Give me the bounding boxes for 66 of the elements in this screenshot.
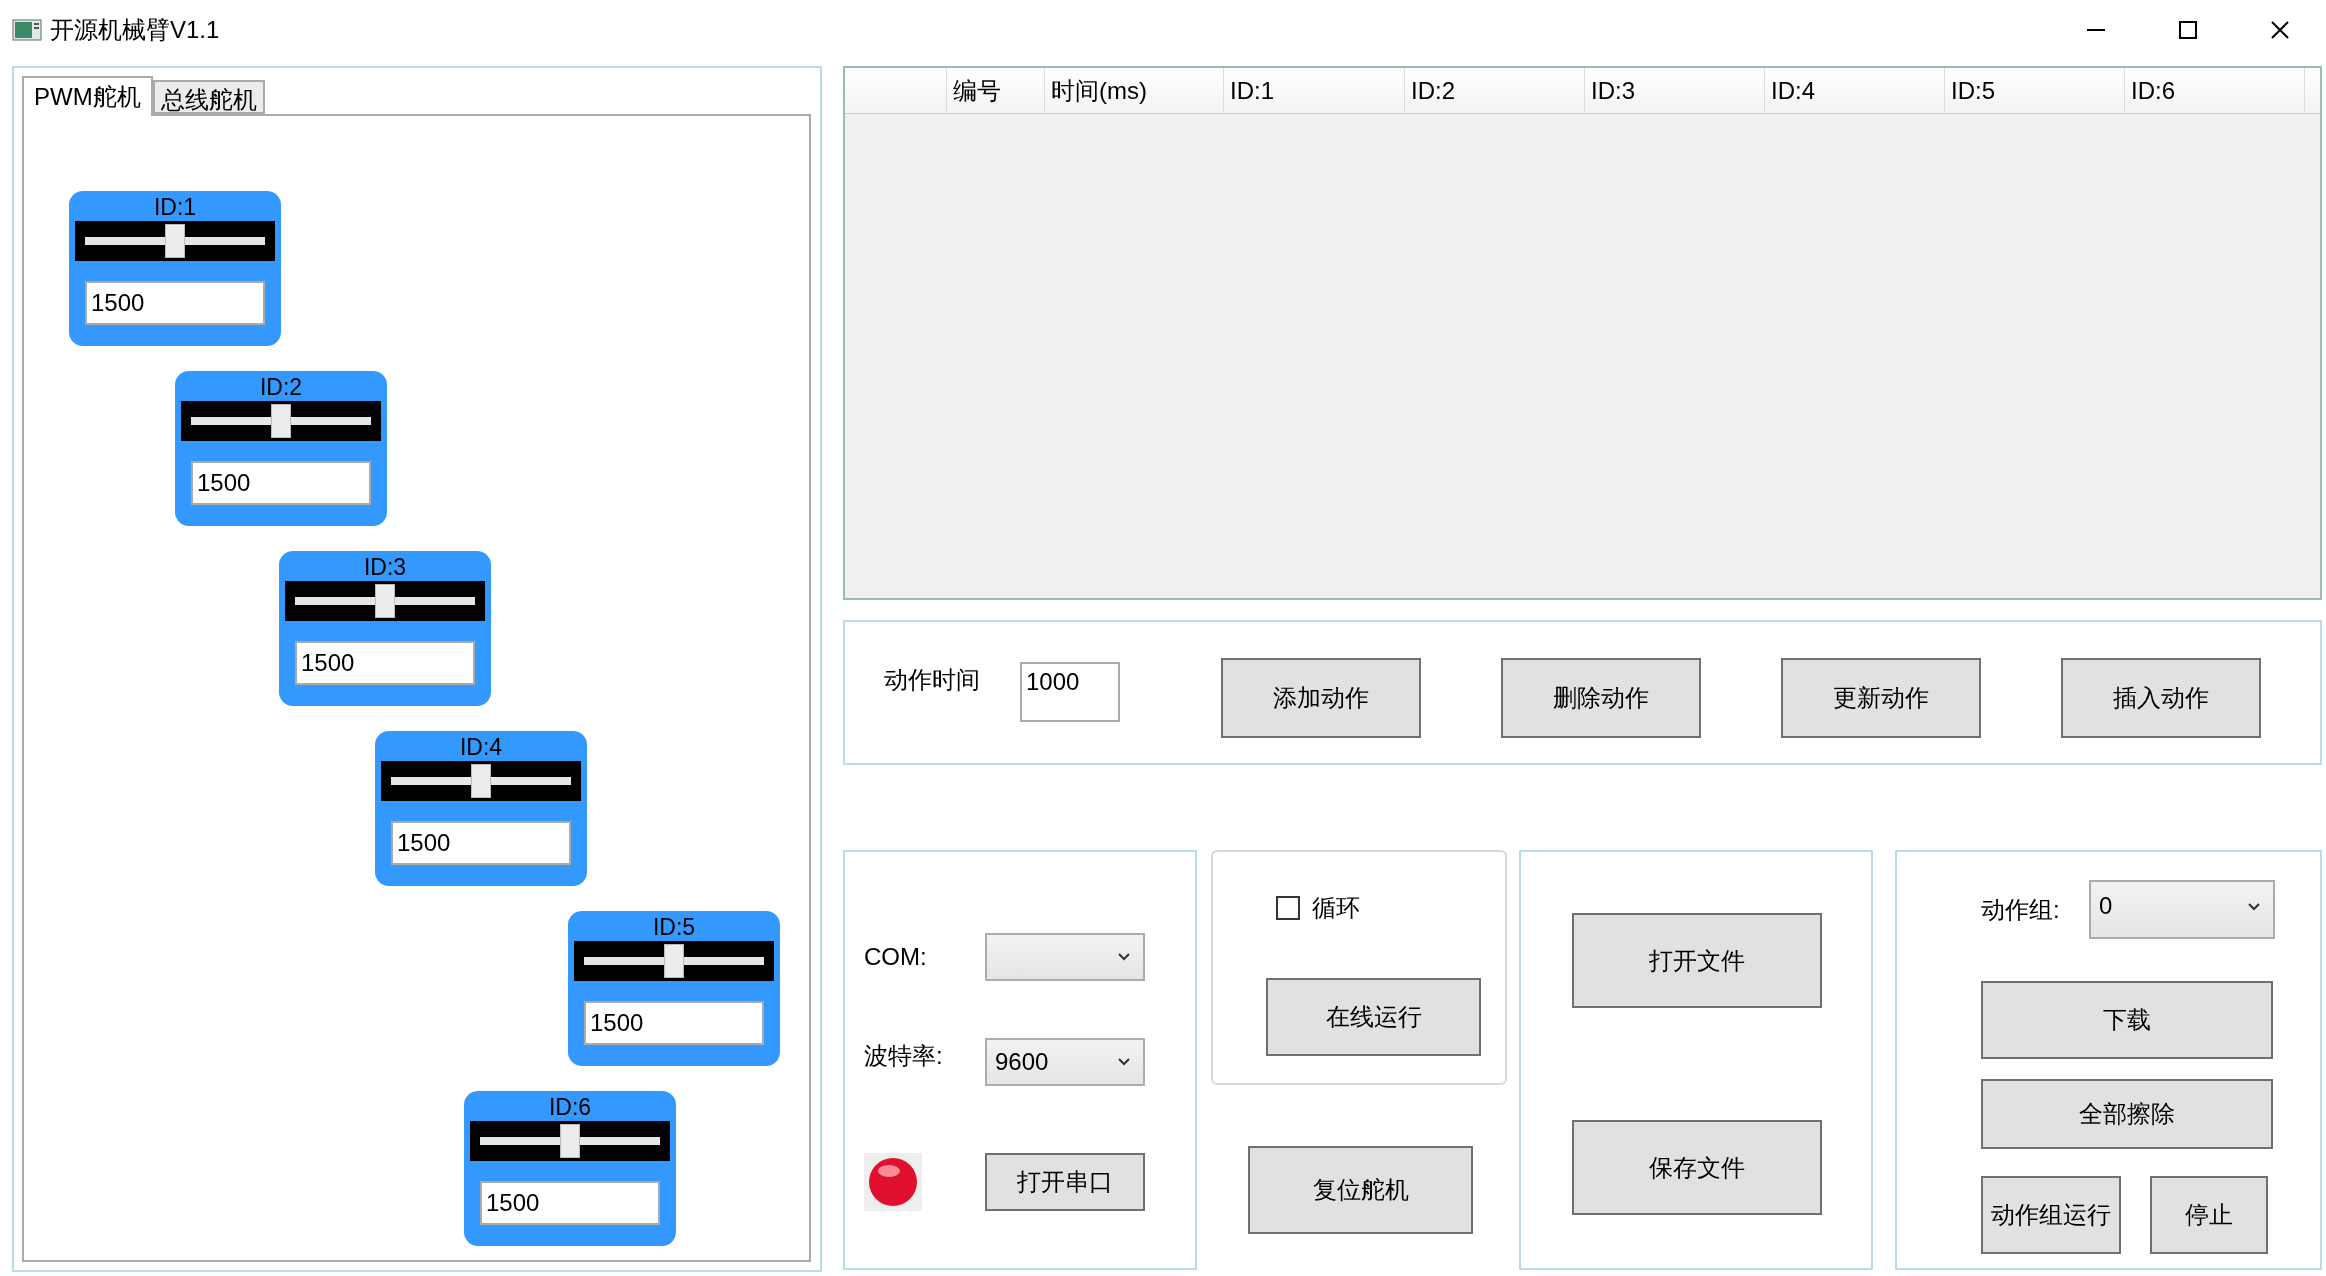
erase-all-button[interactable]: 全部擦除 [1981,1079,2273,1149]
servo-value-field[interactable]: 1500 [584,1001,764,1045]
servo-slider[interactable] [470,1121,670,1161]
column-header[interactable]: ID:5 [1945,68,2125,113]
loop-label: 循环 [1312,893,1360,923]
run-group-button[interactable]: 动作组运行 [1981,1176,2121,1254]
servo-slider[interactable] [285,581,485,621]
column-header[interactable]: ID:6 [2125,68,2305,113]
column-header[interactable]: ID:3 [1585,68,1765,113]
baud-label: 波特率: [864,1041,944,1071]
column-header[interactable]: ID:1 [1224,68,1405,113]
com-label: COM: [864,942,928,972]
servo-slider[interactable] [574,941,774,981]
slider-thumb[interactable] [375,584,395,618]
servo-label: ID:4 [459,733,503,761]
led-indicator-icon [864,1153,922,1211]
slider-thumb[interactable] [560,1124,580,1158]
stop-button[interactable]: 停止 [2150,1176,2268,1254]
slider-thumb[interactable] [471,764,491,798]
action-group-label: 动作组: [1981,894,2061,925]
action-group-dropdown[interactable]: 0 [2089,880,2275,939]
servo-value-field[interactable]: 1500 [391,821,571,865]
servo-label: ID:1 [153,193,197,221]
close-icon [2271,21,2289,39]
servo-value-field[interactable]: 1500 [480,1181,660,1225]
servo-slider[interactable] [381,761,581,801]
column-header[interactable]: 编号 [947,68,1045,113]
action-button[interactable]: 更新动作 [1781,657,1981,738]
servo-slider[interactable] [181,401,381,441]
app-icon [12,18,42,42]
com-dropdown[interactable] [985,933,1145,981]
baud-dropdown[interactable]: 9600 [985,1038,1145,1086]
open-file-button[interactable]: 打开文件 [1572,913,1822,1008]
slider-thumb[interactable] [271,404,291,438]
column-header[interactable]: ID:4 [1765,68,1945,113]
servo-value-field[interactable]: 1500 [191,461,371,505]
servo-slider[interactable] [75,221,275,261]
servo-value-field[interactable]: 1500 [85,281,265,325]
download-button[interactable]: 下载 [1981,981,2273,1059]
slider-thumb[interactable] [165,224,185,258]
servo-label: ID:6 [548,1093,592,1121]
chevron-down-icon [1117,952,1131,962]
maximize-icon [2179,21,2197,39]
slider-thumb[interactable] [664,944,684,978]
action-time-field[interactable]: 1000 [1020,662,1120,722]
chevron-down-icon [1117,1057,1131,1067]
servo-label: ID:2 [259,373,303,401]
save-file-button[interactable]: 保存文件 [1572,1120,1822,1215]
action-time-label: 动作时间 [884,665,981,695]
action-button[interactable]: 删除动作 [1501,657,1701,738]
action-button[interactable]: 添加动作 [1221,657,1421,738]
window-title: 开源机械臂V1.1 [50,15,220,45]
minimize-icon [2087,29,2105,31]
loop-checkbox[interactable] [1276,896,1300,920]
action-button[interactable]: 插入动作 [2061,657,2261,738]
column-header[interactable]: 时间(ms) [1045,68,1224,113]
open-serial-button[interactable]: 打开串口 [985,1153,1145,1211]
column-header[interactable]: ID:2 [1405,68,1585,113]
tab[interactable]: 总线舵机 [152,80,265,114]
servo-label: ID:3 [363,553,407,581]
servo-label: ID:5 [652,913,696,941]
online-run-button[interactable]: 在线运行 [1266,978,1481,1056]
servo-value-field[interactable]: 1500 [295,641,475,685]
tab[interactable]: PWM舵机 [22,76,153,116]
chevron-down-icon [2247,902,2261,912]
reset-servo-button[interactable]: 复位舵机 [1248,1146,1473,1234]
